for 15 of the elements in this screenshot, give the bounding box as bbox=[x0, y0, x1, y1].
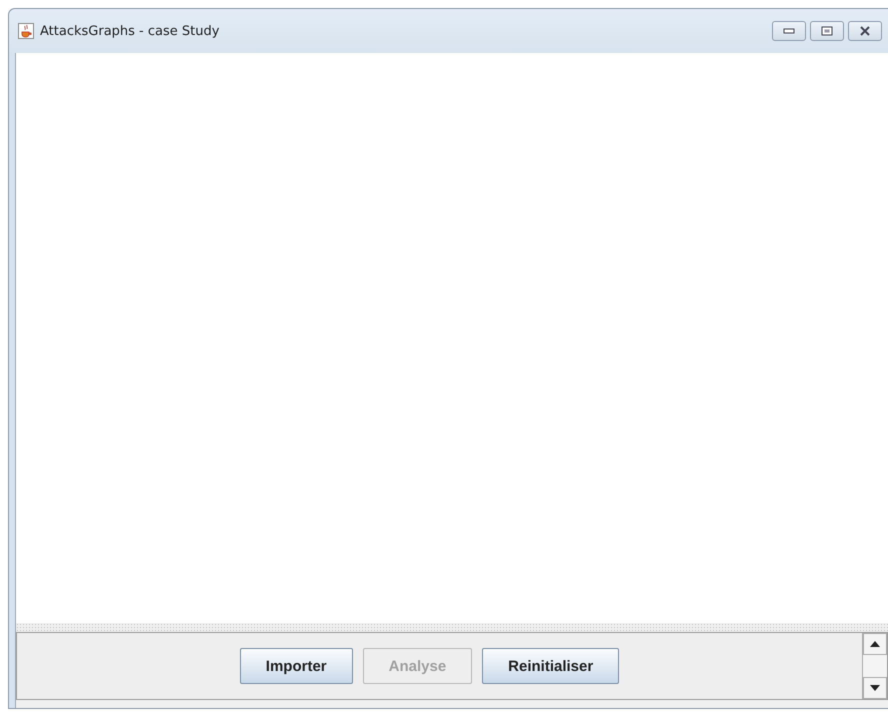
maximize-button[interactable] bbox=[810, 21, 844, 41]
minimize-button[interactable] bbox=[772, 21, 806, 41]
window-title: AttacksGraphs - case Study bbox=[40, 24, 220, 38]
action-button[interactable]: Importer bbox=[240, 648, 353, 684]
close-icon bbox=[859, 26, 871, 36]
close-button[interactable] bbox=[848, 21, 882, 41]
caret-down-icon bbox=[870, 685, 880, 691]
action-button[interactable]: Reinitialiser bbox=[482, 648, 620, 684]
maximize-icon bbox=[821, 26, 833, 36]
minimize-icon bbox=[783, 28, 795, 34]
java-cup-icon bbox=[18, 23, 34, 39]
caret-up-icon bbox=[870, 641, 880, 647]
scroll-track[interactable] bbox=[863, 655, 887, 677]
scroll-down-button[interactable] bbox=[863, 677, 887, 699]
scroll-up-button[interactable] bbox=[863, 633, 887, 655]
